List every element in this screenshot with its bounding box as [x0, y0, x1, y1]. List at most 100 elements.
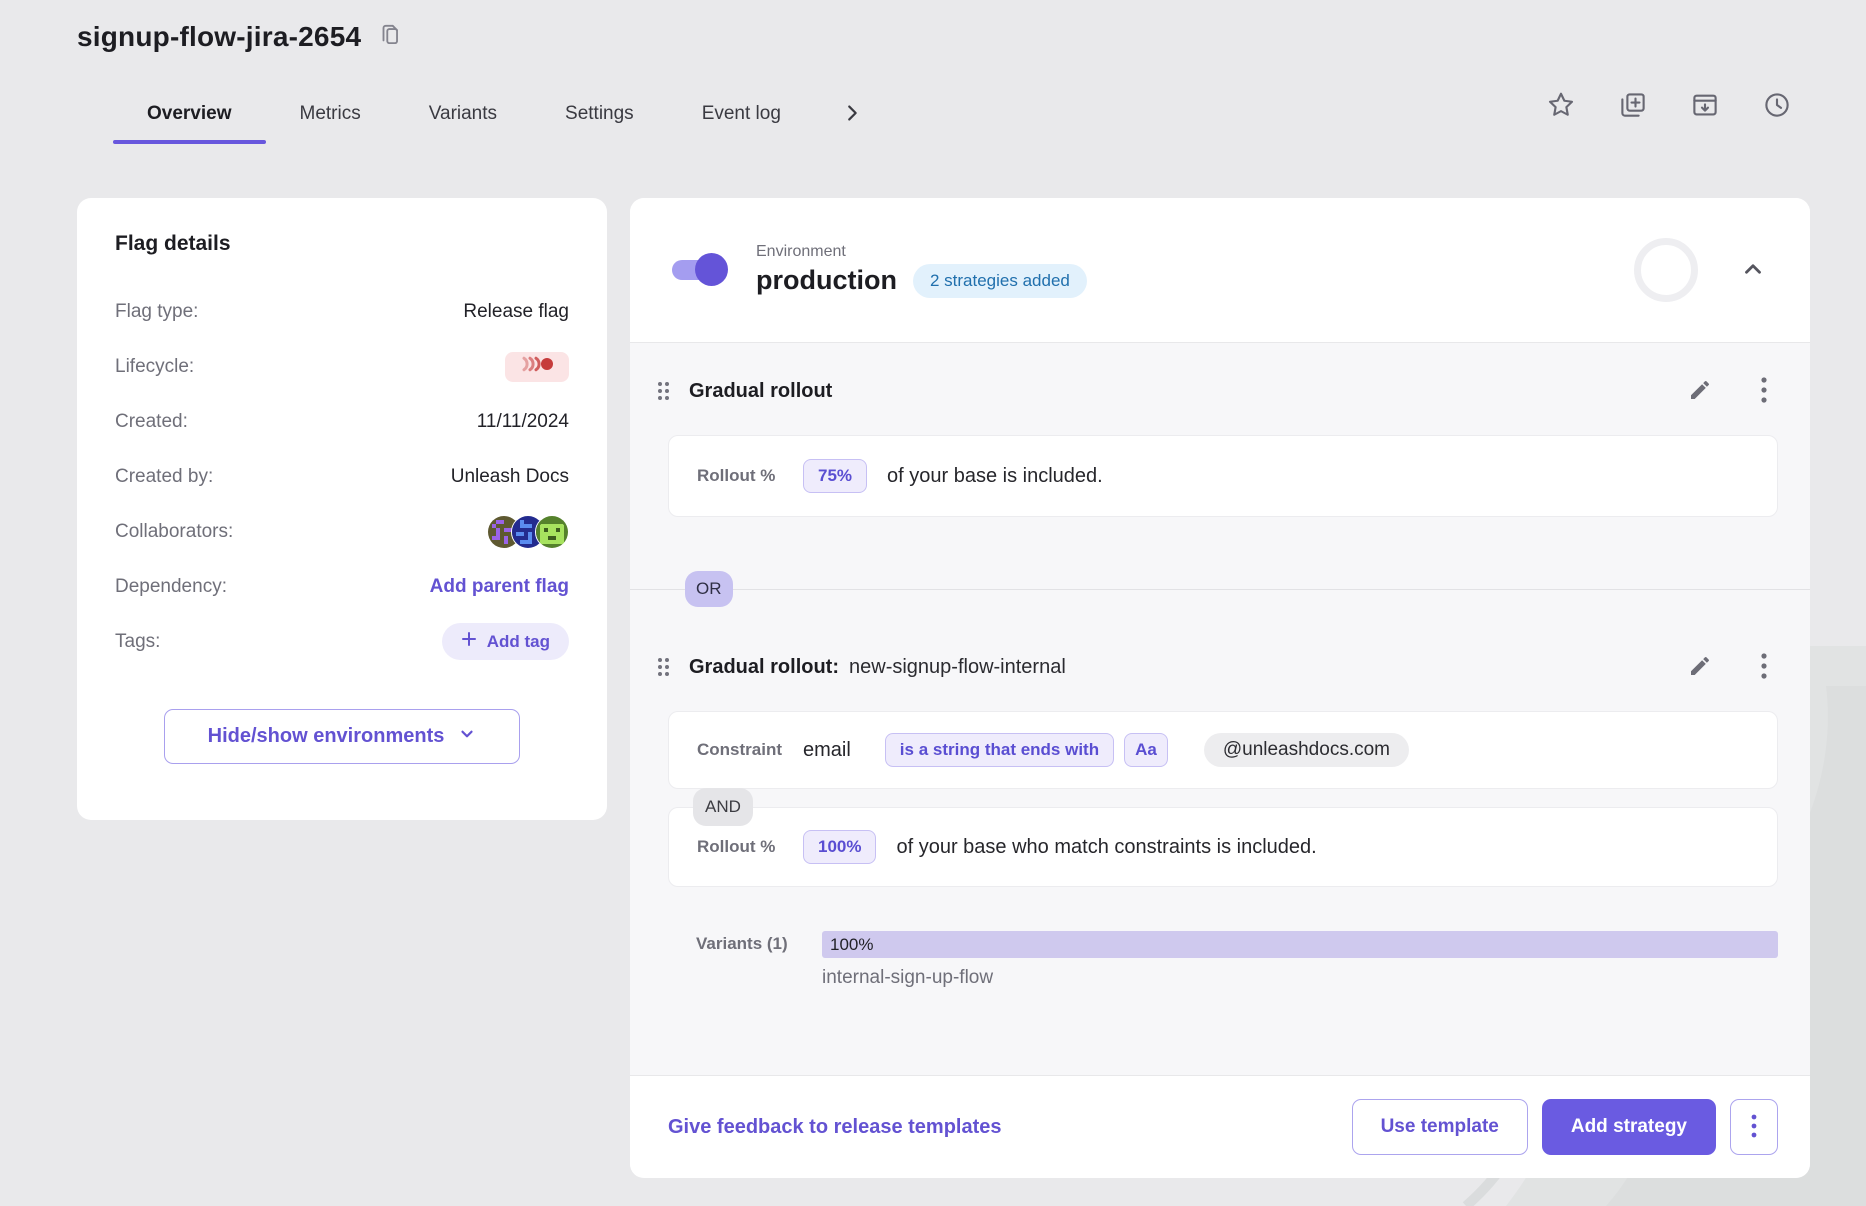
strategy-1-rollout-card: Rollout % 75% of your base is included. [668, 435, 1778, 517]
or-pill: OR [685, 571, 733, 607]
lifecycle-stage-badge[interactable] [505, 352, 569, 382]
avatar [535, 515, 569, 549]
archive-button[interactable] [1688, 88, 1722, 122]
hide-show-environments-label: Hide/show environments [208, 725, 445, 748]
strategy-1-menu-button[interactable] [1758, 374, 1770, 409]
flag-type-label: Flag type: [115, 301, 198, 323]
strategy-1-title: Gradual rollout [689, 380, 832, 403]
flag-tabs: Overview Metrics Variants Settings Event… [113, 86, 863, 142]
clock-icon [1762, 90, 1792, 120]
flag-action-icons [1544, 88, 1794, 122]
archive-icon [1690, 90, 1720, 120]
created-by-row: Created by: Unleash Docs [115, 449, 569, 504]
collapse-environment-button[interactable] [1740, 256, 1766, 285]
rollout-description: of your base who match constraints is in… [896, 836, 1316, 859]
release-templates-feedback-link[interactable]: Give feedback to release templates [668, 1116, 1002, 1139]
chevron-down-icon [458, 725, 476, 749]
strategy-2-title: Gradual rollout: [689, 656, 839, 679]
pencil-icon [1688, 654, 1712, 681]
flag-details-heading: Flag details [115, 232, 569, 256]
rollout-percent-chip: 75% [803, 459, 867, 493]
created-row: Created: 11/11/2024 [115, 394, 569, 449]
rollout-label: Rollout % [697, 466, 803, 486]
and-pill: AND [693, 788, 753, 826]
constraint-operator-chip: is a string that ends with [885, 733, 1114, 767]
edit-strategy-2-button[interactable] [1686, 652, 1714, 683]
flag-details-panel: Flag details Flag type: Release flag Lif… [77, 198, 607, 820]
flag-type-value: Release flag [463, 301, 569, 323]
drag-handle-icon[interactable] [650, 376, 677, 406]
star-icon [1546, 90, 1576, 120]
environment-accordion-production: Environment production 2 strategies adde… [630, 198, 1810, 1178]
copy-flag-button[interactable] [1616, 88, 1650, 122]
hide-show-environments-button[interactable]: Hide/show environments [164, 709, 520, 764]
created-label: Created: [115, 411, 188, 433]
case-sensitive-chip: Aa [1124, 733, 1168, 767]
strategy-2-constraint-card: Constraint email is a string that ends w… [668, 711, 1778, 789]
add-strategy-button[interactable]: Add strategy [1542, 1099, 1716, 1155]
dependency-row: Dependency: Add parent flag [115, 559, 569, 614]
favorite-button[interactable] [1544, 88, 1578, 122]
copy-add-icon [1618, 90, 1648, 120]
edit-strategy-1-button[interactable] [1686, 376, 1714, 407]
collaborator-avatars [487, 515, 569, 549]
tab-event-log[interactable]: Event log [668, 86, 815, 142]
tab-variants[interactable]: Variants [395, 86, 531, 142]
tab-overview[interactable]: Overview [113, 86, 266, 142]
kebab-menu-icon [1751, 1114, 1757, 1141]
drag-handle-icon[interactable] [650, 652, 677, 682]
lifecycle-live-icon [517, 355, 557, 378]
environment-titles: Environment production 2 strategies adde… [756, 243, 1087, 298]
copy-icon [377, 22, 403, 51]
flag-type-row: Flag type: Release flag [115, 284, 569, 339]
add-tag-button[interactable]: Add tag [442, 623, 569, 660]
page-title: signup-flow-jira-2654 [77, 21, 361, 53]
kebab-menu-icon [1760, 652, 1768, 683]
history-button[interactable] [1760, 88, 1794, 122]
constraint-field: email [803, 739, 851, 762]
copy-name-button[interactable] [375, 20, 405, 53]
dependency-label: Dependency: [115, 576, 227, 598]
collaborators-row: Collaborators: [115, 504, 569, 559]
strategy-2-header: Gradual rollout: new-signup-flow-interna… [650, 645, 1770, 689]
created-by-label: Created by: [115, 466, 213, 488]
constraint-label: Constraint [697, 740, 803, 760]
strategy-1-header: Gradual rollout [650, 369, 1770, 413]
variant-percent: 100% [822, 935, 873, 955]
collaborators-label: Collaborators: [115, 521, 233, 543]
constraint-value-pill: @unleashdocs.com [1204, 733, 1409, 767]
variants-label: Variants (1) [696, 931, 822, 989]
environment-header: Environment production 2 strategies adde… [630, 198, 1810, 343]
use-template-button[interactable]: Use template [1352, 1099, 1528, 1155]
divider-line [630, 589, 1810, 590]
environment-name: production [756, 265, 897, 296]
environment-footer: Give feedback to release templates Use t… [630, 1075, 1810, 1178]
environment-label: Environment [756, 243, 1087, 261]
strategy-2-name: new-signup-flow-internal [849, 656, 1066, 679]
tags-label: Tags: [115, 631, 160, 653]
tab-settings[interactable]: Settings [531, 86, 668, 142]
add-tag-label: Add tag [487, 632, 550, 652]
plus-icon [461, 631, 477, 652]
rollout-percent-chip: 100% [803, 830, 876, 864]
lifecycle-row: Lifecycle: [115, 339, 569, 394]
environment-toggle[interactable] [672, 257, 728, 283]
rollout-description: of your base is included. [887, 465, 1103, 488]
footer-menu-button[interactable] [1730, 1099, 1778, 1155]
tabs-scroll-right-button[interactable] [841, 102, 863, 127]
strategy-2-menu-button[interactable] [1758, 650, 1770, 685]
pencil-icon [1688, 378, 1712, 405]
variant-distribution-bar: 100% [822, 931, 1778, 958]
tab-metrics[interactable]: Metrics [266, 86, 395, 142]
chevron-up-icon [1740, 256, 1766, 285]
created-value: 11/11/2024 [477, 411, 569, 433]
kebab-menu-icon [1760, 376, 1768, 407]
tags-row: Tags: Add tag [115, 614, 569, 669]
or-divider: OR [630, 571, 1810, 607]
variant-name: internal-sign-up-flow [822, 967, 1778, 989]
strategy-2-variants: Variants (1) 100% internal-sign-up-flow [668, 931, 1778, 989]
add-parent-flag-link[interactable]: Add parent flag [430, 576, 569, 598]
created-by-value: Unleash Docs [451, 466, 569, 488]
toggle-knob [695, 253, 728, 286]
chevron-right-icon [841, 102, 863, 127]
